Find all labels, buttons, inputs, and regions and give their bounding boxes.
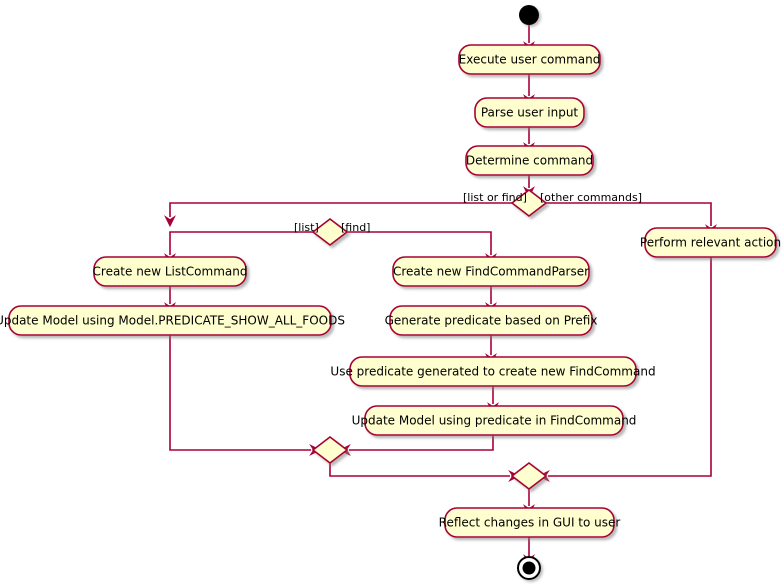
node-a5-activity[interactable]: Update Model using Model.PREDICATE_SHOW_… (0, 305, 345, 336)
guard-label-g-other: [other commands] (540, 191, 642, 204)
node-a10-activity[interactable]: Perform relevant action (640, 227, 781, 258)
node-label: Parse user input (481, 106, 579, 120)
edge-m1-to-m2 (329, 463, 521, 482)
guard-label-g-list: [list] (294, 221, 319, 234)
node-label: Update Model using Model.PREDICATE_SHOW_… (0, 314, 345, 328)
node-label: Use predicate generated to create new Fi… (330, 365, 655, 379)
node-a6-activity[interactable]: Create new FindCommandParser (392, 256, 590, 287)
node-a11-activity[interactable]: Reflect changes in GUI to user (439, 507, 621, 538)
node-label: Determine command (466, 154, 593, 168)
edges-layer (164, 25, 717, 567)
node-label: Update Model using predicate in FindComm… (352, 414, 637, 428)
node-a1-activity[interactable]: Execute user command (458, 44, 601, 75)
node-a8-activity[interactable]: Use predicate generated to create new Fi… (330, 356, 656, 387)
nodes-layer: Execute user command Parse user input Dete… (0, 5, 781, 580)
node-a9-activity[interactable]: Update Model using predicate in FindComm… (352, 405, 637, 436)
guard-label-g-list-or-find: [list or find] (463, 191, 527, 204)
guard-label-g-find: [find] (341, 221, 370, 234)
node-label: Execute user command (459, 53, 601, 67)
edge-a5-to-m1 (169, 335, 322, 456)
node-a4-activity[interactable]: Create new ListCommand (93, 256, 248, 287)
edge-d1-to-d2 (164, 202, 512, 228)
node-start-start-node (519, 5, 539, 25)
node-m2-merge (510, 461, 548, 491)
node-label: Reflect changes in GUI to user (439, 516, 621, 530)
node-end-end-node (517, 556, 541, 580)
activity-diagram-root: Execute user command Parse user input Dete… (0, 0, 784, 585)
edge-a9-to-m1 (338, 435, 494, 456)
node-a3-activity[interactable]: Determine command (465, 145, 594, 176)
node-label: Generate predicate based on Prefix (385, 314, 598, 328)
node-label: Create new FindCommandParser (393, 265, 589, 279)
node-a2-activity[interactable]: Parse user input (474, 97, 585, 128)
activity-diagram-canvas: Execute user command Parse user input Dete… (0, 5, 781, 580)
node-label: Create new ListCommand (93, 265, 248, 279)
guards-layer: [list or find] [other commands] [list] [fin… (294, 191, 642, 234)
node-label: Perform relevant action (640, 236, 781, 250)
node-m1-merge (311, 435, 349, 465)
node-a7-activity[interactable]: Generate predicate based on Prefix (385, 305, 598, 336)
